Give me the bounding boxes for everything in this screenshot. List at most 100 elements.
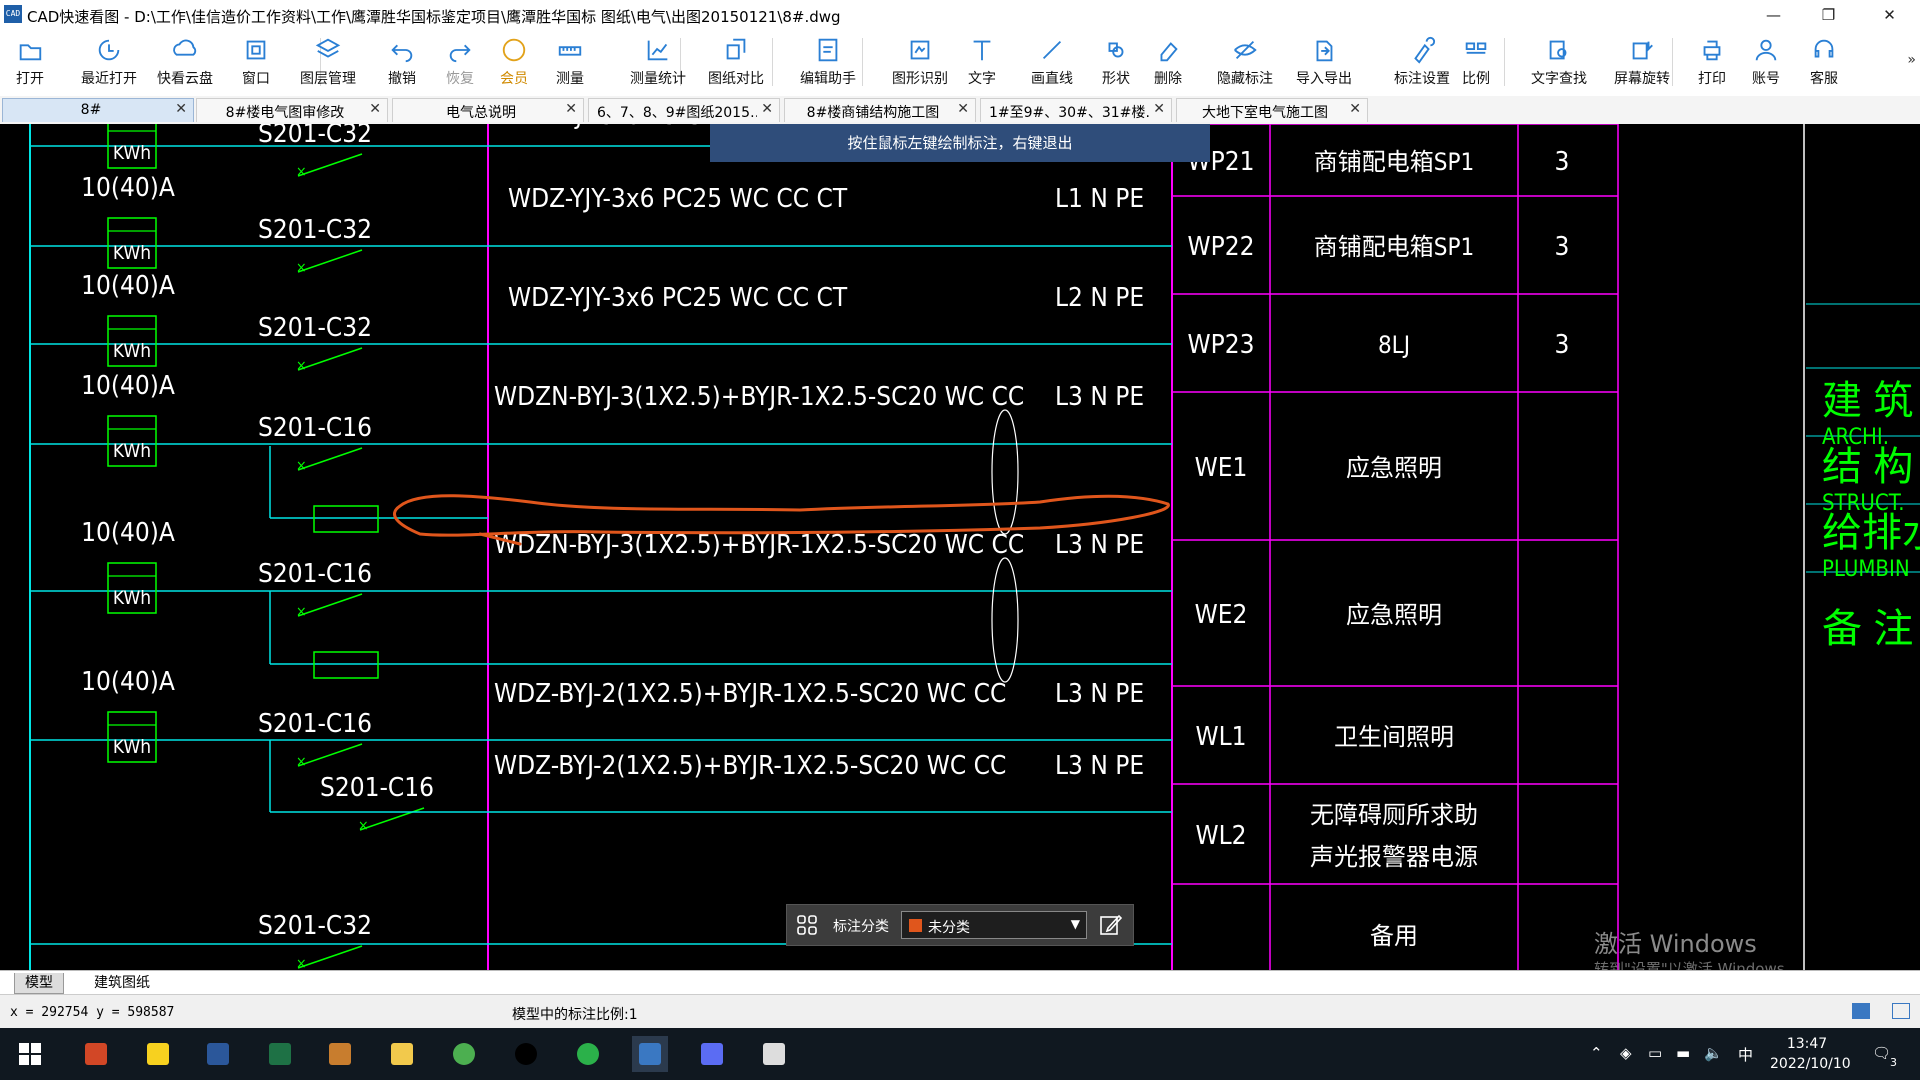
start-icon[interactable] xyxy=(12,1036,48,1072)
sticky-notes-icon[interactable] xyxy=(140,1036,176,1072)
file-explorer-icon[interactable] xyxy=(384,1036,420,1072)
document-tab-label: 1#至9#、30#、31#楼… xyxy=(989,105,1149,121)
document-tab[interactable]: 8#楼电气图审修改 ✕ xyxy=(196,98,388,122)
toolbar-annotation-settings-button[interactable]: 标注设置 xyxy=(1384,34,1460,90)
tab-close-icon[interactable]: ✕ xyxy=(565,101,577,117)
battery-icon[interactable]: ▬ xyxy=(1676,1044,1690,1062)
qq-icon[interactable] xyxy=(508,1036,544,1072)
wechat-icon[interactable] xyxy=(570,1036,606,1072)
breaker-label: S201-C32 xyxy=(258,124,372,149)
tab-close-icon[interactable]: ✕ xyxy=(761,101,773,117)
minimize-button[interactable]: — xyxy=(1746,0,1801,30)
toolbar-cloud-button[interactable]: 快看云盘 xyxy=(150,34,220,90)
settings-icon[interactable] xyxy=(756,1036,792,1072)
cable-label: WDZN-BYJ-3(1X2.5)+BYJR-1X2.5-SC20 WC CC xyxy=(494,530,1024,560)
layout-tab-architecture[interactable]: 建筑图纸 xyxy=(84,973,160,993)
breaker-cross: × xyxy=(296,260,307,276)
toolbar-measure-stats-button[interactable]: 测量统计 xyxy=(620,34,696,90)
app-glyph xyxy=(329,1043,351,1065)
breaker-cross: × xyxy=(296,956,307,970)
ime-indicator[interactable]: 中 xyxy=(1738,1044,1753,1065)
toolbar-label: 图层管理 xyxy=(300,71,356,87)
toolbar-undo-button[interactable]: 撤销 xyxy=(382,34,422,90)
toolbar-label: 最近打开 xyxy=(81,71,137,87)
document-tab[interactable]: 大地下室电气施工图 ✕ xyxy=(1176,98,1368,122)
app-icon[interactable] xyxy=(322,1036,358,1072)
toolbar-layers-button[interactable]: 图层管理 xyxy=(292,34,364,90)
circuit-name: 备用 xyxy=(1370,922,1418,950)
layout-tab-model[interactable]: 模型 xyxy=(14,973,64,994)
cursor-coordinates: x = 292754 y = 598587 xyxy=(10,1005,175,1020)
circuit-name: 8LJ xyxy=(1378,331,1410,359)
toolbar-rotate-screen-button[interactable]: 屏幕旋转 xyxy=(1604,34,1680,90)
notifications-icon[interactable]: 🗨 xyxy=(1872,1044,1891,1062)
title-block-discipline: 建 筑 xyxy=(1822,378,1913,424)
show-hidden-icons-icon[interactable]: ⌃ xyxy=(1590,1044,1603,1062)
phase-label: L3 N PE xyxy=(1055,530,1144,560)
fullscreen-icon[interactable] xyxy=(1892,1003,1910,1019)
toolbar-support-button[interactable]: 客服 xyxy=(1804,34,1844,90)
document-tab[interactable]: 1#至9#、30#、31#楼… ✕ xyxy=(980,98,1172,122)
cad-viewer-icon[interactable] xyxy=(632,1036,668,1072)
toolbar-window-button[interactable]: 窗口 xyxy=(236,34,276,90)
snap-toggle-icon[interactable] xyxy=(1852,1003,1870,1019)
vip-icon xyxy=(502,38,526,62)
title-block-discipline: 给排水 xyxy=(1822,510,1920,556)
toolbar-import-export-button[interactable]: 导入导出 xyxy=(1286,34,1362,90)
tab-close-icon[interactable]: ✕ xyxy=(1349,101,1361,117)
browser-icon[interactable] xyxy=(446,1036,482,1072)
security-tray-icon[interactable]: ◈ xyxy=(1620,1044,1632,1062)
arc-app-icon[interactable] xyxy=(694,1036,730,1072)
cad-viewer-glyph xyxy=(639,1043,661,1065)
toolbar-text-search-button[interactable]: 文字查找 xyxy=(1522,34,1596,90)
toolbar-text-button[interactable]: 文字 xyxy=(962,34,1002,90)
display-tray-icon[interactable]: ▭ xyxy=(1648,1044,1662,1062)
redo-icon xyxy=(449,44,471,63)
drawing-canvas[interactable]: KWh KWh 10(40)A KWh 10(40)A KWh 10(40)A KWh 10(4… xyxy=(0,124,1920,970)
toolbar-account-button[interactable]: 账号 xyxy=(1746,34,1786,90)
toolbar-label: 比例 xyxy=(1462,71,1490,87)
edit-annotation-icon[interactable] xyxy=(1099,913,1123,937)
category-grid-icon[interactable] xyxy=(797,915,817,935)
close-button[interactable]: ✕ xyxy=(1862,0,1917,30)
toolbar-redo-button[interactable]: 恢复 xyxy=(440,34,480,90)
tab-close-icon[interactable]: ✕ xyxy=(957,101,969,117)
toolbar-eraser-button[interactable]: 删除 xyxy=(1148,34,1188,90)
toolbar-label: 屏幕旋转 xyxy=(1614,71,1670,87)
document-tab[interactable]: 电气总说明 ✕ xyxy=(392,98,584,122)
circuit-qty: 3 xyxy=(1555,232,1570,262)
toolbar-compare-button[interactable]: 图纸对比 xyxy=(698,34,774,90)
meter-rating: 10(40)A xyxy=(81,518,175,548)
toolbar-more-button[interactable]: » xyxy=(1907,52,1916,68)
system-clock[interactable]: 13:47 2022/10/10 xyxy=(1770,1034,1851,1074)
toolbar-hide-annotation-button[interactable]: 隐藏标注 xyxy=(1208,34,1282,90)
toolbar-scale-button[interactable]: 比例 xyxy=(1456,34,1496,90)
toolbar-line-button[interactable]: 画直线 xyxy=(1022,34,1082,90)
toolbar-label: 测量统计 xyxy=(630,71,686,87)
toolbar-vip-button[interactable]: 会员 xyxy=(494,34,534,90)
toolbar-shape-recognize-button[interactable]: 图形识别 xyxy=(882,34,958,90)
toolbar-edit-assistant-button[interactable]: 编辑助手 xyxy=(790,34,866,90)
annotation-category-select[interactable]: 未分类 ▼ xyxy=(901,911,1087,939)
document-tab[interactable]: 6、7、8、9#图纸2015… ✕ xyxy=(588,98,780,122)
tab-close-icon[interactable]: ✕ xyxy=(1153,101,1165,117)
breaker-label: S201-C32 xyxy=(258,215,372,245)
document-tab[interactable]: 8#楼商铺结构施工图 ✕ xyxy=(784,98,976,122)
toolbar-measure-button[interactable]: 测量 xyxy=(550,34,590,90)
toolbar-shape-button[interactable]: 形状 xyxy=(1094,34,1138,90)
document-tab[interactable]: 8# ✕ xyxy=(2,98,194,122)
toolbar-folder-open-button[interactable]: 打开 xyxy=(8,34,52,90)
tab-close-icon[interactable]: ✕ xyxy=(175,101,187,117)
fuse-symbol xyxy=(313,651,379,679)
toolbar-print-button[interactable]: 打印 xyxy=(1692,34,1732,90)
breaker-label: S201-C16 xyxy=(258,413,372,443)
word-icon[interactable] xyxy=(200,1036,236,1072)
activation-watermark-title: 激活 Windows xyxy=(1594,930,1757,958)
excel-icon[interactable] xyxy=(262,1036,298,1072)
volume-muted-icon[interactable]: 🔈 xyxy=(1704,1044,1723,1062)
toolbar-recent-button[interactable]: 最近打开 xyxy=(66,34,152,90)
powerpoint-icon[interactable] xyxy=(78,1036,114,1072)
maximize-button[interactable]: ❐ xyxy=(1801,0,1856,30)
tab-close-icon[interactable]: ✕ xyxy=(369,101,381,117)
cad-drawing[interactable]: KWh KWh 10(40)A KWh 10(40)A KWh 10(40)A KWh 10(4… xyxy=(0,124,1920,970)
